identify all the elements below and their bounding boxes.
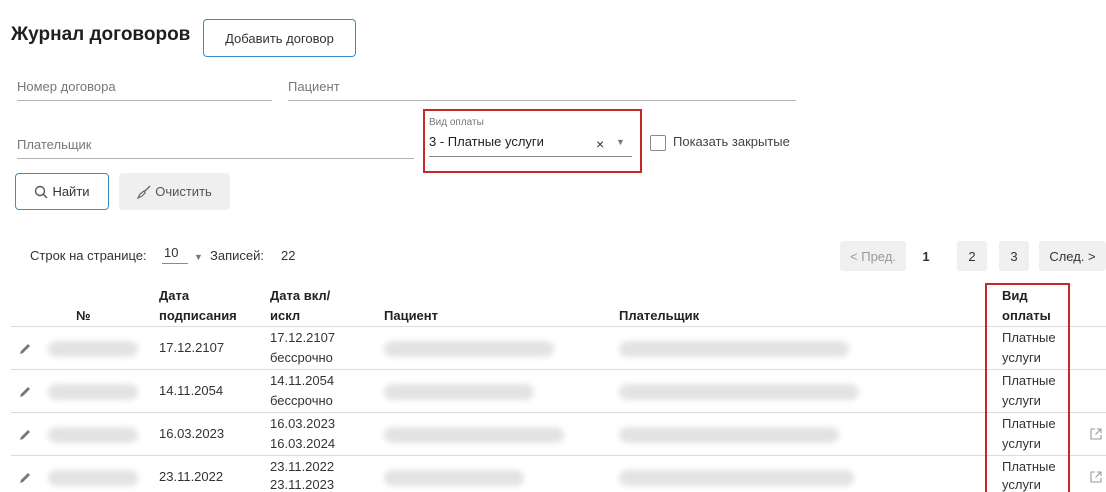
contract-number-redacted	[48, 427, 138, 443]
table-row[interactable]: 17.12.2107 17.12.2107 бессрочно Платные …	[0, 327, 1106, 369]
column-header-incl-date-line1: Дата вкл/	[270, 288, 331, 303]
payer-name-redacted	[619, 384, 859, 400]
search-icon	[35, 185, 48, 198]
payer-name-redacted	[619, 470, 854, 486]
pagination-page-2[interactable]: 2	[957, 241, 987, 271]
table-row[interactable]: 23.11.2022 23.11.2022 23.11.2023 Платные…	[0, 456, 1106, 492]
add-contract-button[interactable]: Добавить договор	[203, 19, 356, 57]
contract-number-input[interactable]: Номер договора	[17, 78, 272, 101]
excl-date: 16.03.2024	[270, 436, 336, 451]
column-header-incl-date: Дата вкл/ искл	[270, 286, 330, 326]
sign-date: 23.11.2022	[159, 469, 224, 484]
payer-name-redacted	[619, 427, 839, 443]
patient-name-redacted	[384, 427, 564, 443]
pagination-page-1[interactable]: 1	[911, 241, 941, 271]
payer-name-redacted	[619, 341, 849, 357]
find-button-label: Найти	[52, 184, 90, 199]
show-closed-checkbox[interactable]	[650, 135, 666, 151]
sign-date: 14.11.2054	[159, 383, 224, 398]
column-header-payer: Плательщик	[619, 308, 700, 323]
sign-date: 16.03.2023	[159, 426, 225, 441]
patient-placeholder: Пациент	[288, 79, 340, 94]
column-header-patient: Пациент	[384, 308, 439, 323]
patient-name-redacted	[384, 341, 554, 357]
patient-input[interactable]: Пациент	[288, 78, 796, 101]
rows-per-page-label: Строк на странице:	[30, 248, 147, 263]
pencil-icon[interactable]	[17, 470, 33, 486]
pencil-icon[interactable]	[17, 341, 33, 357]
rows-per-page-select[interactable]: 10	[162, 245, 188, 264]
patient-name-redacted	[384, 470, 524, 486]
clear-button[interactable]: Очистить	[119, 173, 230, 210]
payment-type-select[interactable]: Вид оплаты 3 - Платные услуги × ▼	[429, 115, 632, 157]
table-row[interactable]: 14.11.2054 14.11.2054 бессрочно Платные …	[0, 370, 1106, 412]
pagination-prev-button[interactable]: < Пред.	[840, 241, 906, 271]
records-count: 22	[281, 248, 296, 263]
column-header-sign-date: Дата подписания	[159, 286, 237, 326]
contract-number-redacted	[48, 384, 138, 400]
payment-type-column-highlight	[985, 283, 1070, 492]
broom-icon	[137, 185, 151, 199]
column-header-sign-date-line2: подписания	[159, 308, 237, 323]
clear-button-label: Очистить	[155, 184, 212, 199]
pagination-page-3[interactable]: 3	[999, 241, 1029, 271]
payment-type-value: 3 - Платные услуги	[429, 134, 544, 149]
payment-type-label: Вид оплаты	[429, 117, 484, 128]
show-closed-label[interactable]: Показать закрытые	[673, 134, 790, 149]
incl-date: 16.03.2023	[270, 416, 336, 431]
patient-name-redacted	[384, 384, 534, 400]
page-title: Журнал договоров	[11, 24, 191, 45]
pencil-icon[interactable]	[17, 384, 33, 400]
records-label: Записей:	[210, 248, 264, 263]
pagination-next-button[interactable]: След. >	[1039, 241, 1106, 271]
payer-input[interactable]: Плательщик	[17, 136, 414, 159]
column-header-number: №	[76, 308, 91, 323]
sign-date: 17.12.2107	[159, 340, 225, 355]
clear-icon[interactable]: ×	[596, 136, 604, 152]
incl-date: 17.12.2107	[270, 330, 336, 345]
column-header-incl-date-line2: искл	[270, 308, 301, 323]
column-header-sign-date-line1: Дата	[159, 288, 190, 303]
contract-number-redacted	[48, 341, 138, 357]
contract-number-redacted	[48, 470, 138, 486]
excl-date: бессрочно	[270, 393, 333, 408]
find-button[interactable]: Найти	[15, 173, 109, 210]
excl-date: 23.11.2023	[270, 477, 335, 492]
excl-date: бессрочно	[270, 350, 333, 365]
pencil-icon[interactable]	[17, 427, 33, 443]
external-link-icon[interactable]	[1089, 470, 1103, 484]
contract-number-placeholder: Номер договора	[17, 79, 116, 94]
payer-placeholder: Плательщик	[17, 137, 92, 152]
incl-date: 23.11.2022	[270, 459, 335, 474]
chevron-down-icon[interactable]: ▼	[194, 252, 203, 262]
incl-date: 14.11.2054	[270, 373, 335, 388]
external-link-icon[interactable]	[1089, 427, 1103, 441]
table-row[interactable]: 16.03.2023 16.03.2023 16.03.2024 Платные…	[0, 413, 1106, 455]
chevron-down-icon[interactable]: ▼	[616, 137, 625, 147]
